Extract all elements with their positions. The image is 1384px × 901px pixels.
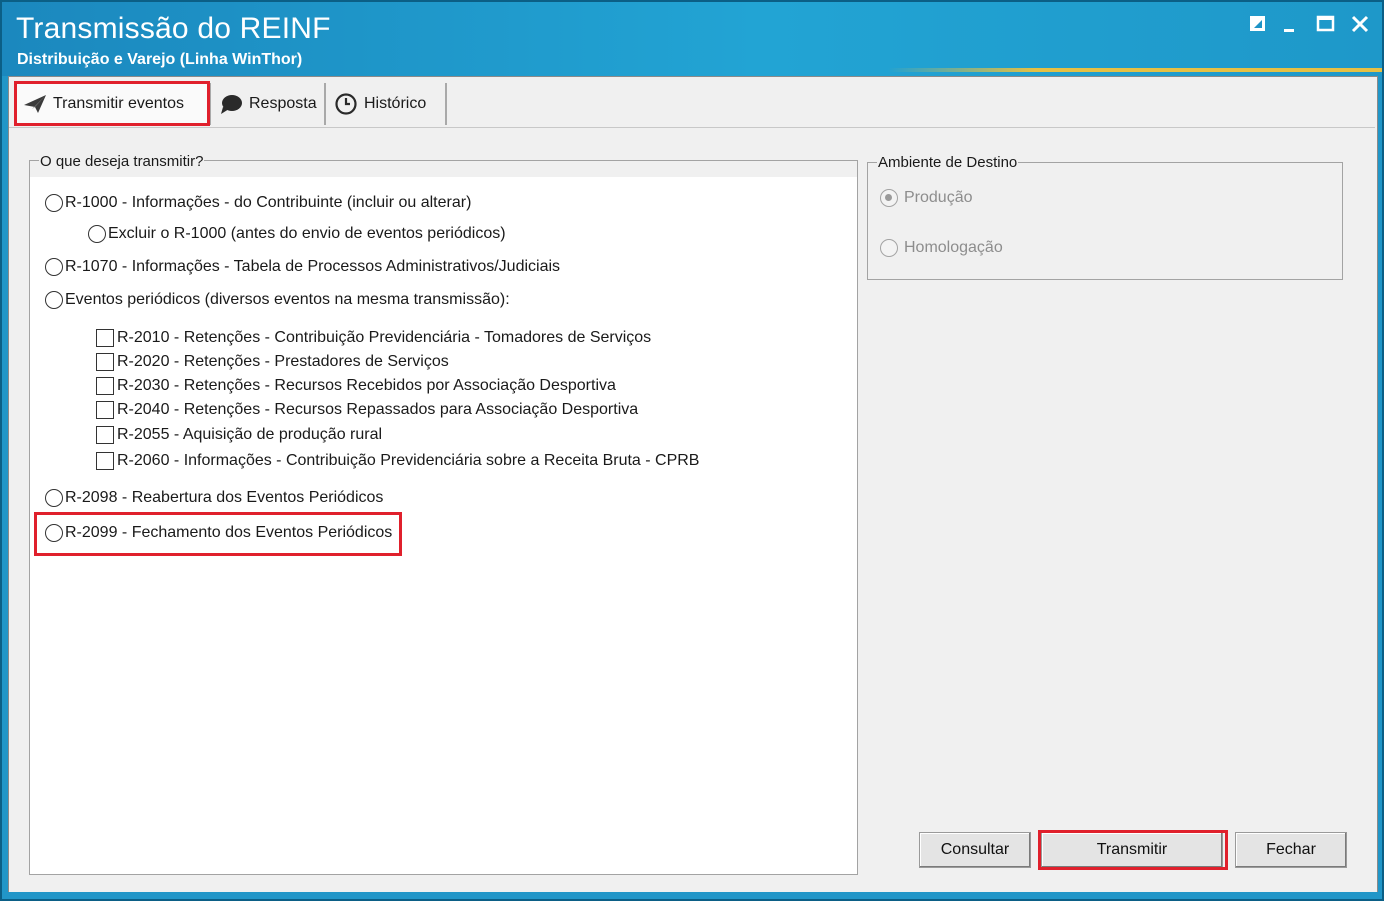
radio-button [880, 189, 898, 207]
tab-transmitir-eventos[interactable]: Transmitir eventos [15, 83, 211, 125]
window-title: Transmissão do REINF [16, 12, 331, 45]
checkbox-r2040[interactable]: R-2040 - Retenções - Recursos Repassados… [96, 401, 638, 419]
checkbox[interactable] [96, 353, 114, 371]
radio-label: R-2098 - Reabertura dos Eventos Periódic… [65, 489, 384, 506]
radio-label: Produção [904, 189, 973, 206]
fechar-button[interactable]: Fechar [1235, 832, 1347, 868]
checkbox[interactable] [96, 377, 114, 395]
tab-label: Resposta [249, 95, 317, 112]
restore-icon[interactable] [1248, 14, 1274, 40]
speech-bubble-icon [221, 95, 242, 114]
window-subtitle: Distribuição e Varejo (Linha WinThor) [17, 51, 303, 68]
radio-button[interactable] [88, 225, 106, 243]
events-group: O que deseja transmitir? R-1000 - Inform… [29, 153, 858, 875]
radio-homologacao: Homologação [880, 239, 1003, 257]
close-icon[interactable] [1350, 14, 1376, 40]
radio-r2099[interactable]: R-2099 - Fechamento dos Eventos Periódic… [45, 524, 392, 542]
checkbox-r2055[interactable]: R-2055 - Aquisição de produção rural [96, 426, 382, 444]
radio-r1000[interactable]: R-1000 - Informações - do Contribuinte (… [45, 194, 471, 212]
checkbox-label: R-2040 - Retenções - Recursos Repassados… [117, 401, 639, 418]
tab-resposta[interactable]: Resposta [211, 83, 326, 125]
radio-r2098[interactable]: R-2098 - Reabertura dos Eventos Periódic… [45, 489, 383, 507]
radio-excluir-r1000[interactable]: Excluir o R-1000 (antes do envio de even… [88, 225, 506, 243]
checkbox[interactable] [96, 401, 114, 419]
maximize-icon[interactable] [1316, 14, 1342, 40]
transmitir-button[interactable]: Transmitir [1041, 832, 1223, 868]
checkbox-label: R-2055 - Aquisição de produção rural [117, 426, 383, 443]
tab-label: Transmitir eventos [53, 95, 184, 112]
radio-producao: Produção [880, 189, 973, 207]
app-window: Transmissão do REINF Distribuição e Vare… [0, 0, 1384, 901]
radio-label: R-1070 - Informações - Tabela de Process… [65, 258, 561, 275]
tab-historico[interactable]: Histórico [326, 83, 447, 125]
clock-icon [335, 93, 357, 115]
checkbox-r2010[interactable]: R-2010 - Retenções - Contribuição Previd… [96, 329, 651, 347]
environment-group: Ambiente de Destino Produção Homologação [867, 154, 1343, 280]
checkbox-label: R-2010 - Retenções - Contribuição Previd… [117, 329, 652, 346]
checkbox[interactable] [96, 329, 114, 347]
radio-button[interactable] [45, 291, 63, 309]
checkbox[interactable] [96, 452, 114, 470]
radio-label: Excluir o R-1000 (antes do envio de even… [108, 225, 506, 242]
radio-button[interactable] [45, 489, 63, 507]
checkbox[interactable] [96, 426, 114, 444]
checkbox-label: R-2030 - Retenções - Recursos Recebidos … [117, 377, 616, 394]
send-icon [24, 95, 46, 113]
tab-panel-transmitir: O que deseja transmitir? R-1000 - Inform… [9, 127, 1375, 892]
checkbox-r2020[interactable]: R-2020 - Retenções - Prestadores de Serv… [96, 353, 449, 371]
radio-eventos-periodicos[interactable]: Eventos periódicos (diversos eventos na … [45, 291, 510, 309]
radio-button [880, 239, 898, 257]
radio-r1070[interactable]: R-1070 - Informações - Tabela de Process… [45, 258, 560, 276]
title-bar[interactable]: Transmissão do REINF Distribuição e Vare… [2, 2, 1382, 76]
tab-strip: Transmitir eventos Resposta Histórico [9, 77, 1377, 127]
checkbox-label: R-2020 - Retenções - Prestadores de Serv… [117, 353, 449, 370]
environment-group-legend: Ambiente de Destino [877, 154, 1019, 171]
radio-button[interactable] [45, 258, 63, 276]
minimize-icon[interactable] [1280, 14, 1306, 40]
radio-button[interactable] [45, 524, 63, 542]
client-area: Transmitir eventos Resposta Histórico O … [8, 76, 1378, 894]
radio-label: Eventos periódicos (diversos eventos na … [65, 291, 510, 308]
checkbox-r2060[interactable]: R-2060 - Informações - Contribuição Prev… [96, 452, 699, 470]
radio-label: Homologação [904, 239, 1003, 256]
title-bar-accent [888, 68, 1382, 72]
consultar-button[interactable]: Consultar [919, 832, 1031, 868]
events-group-legend: O que deseja transmitir? [39, 153, 205, 170]
tab-label: Histórico [364, 95, 427, 112]
radio-button[interactable] [45, 194, 63, 212]
checkbox-label: R-2060 - Informações - Contribuição Prev… [117, 452, 700, 469]
radio-label: R-2099 - Fechamento dos Eventos Periódic… [65, 524, 393, 541]
window-bottom-border [2, 892, 1382, 899]
radio-label: R-1000 - Informações - do Contribuinte (… [65, 194, 472, 211]
checkbox-r2030[interactable]: R-2030 - Retenções - Recursos Recebidos … [96, 377, 616, 395]
